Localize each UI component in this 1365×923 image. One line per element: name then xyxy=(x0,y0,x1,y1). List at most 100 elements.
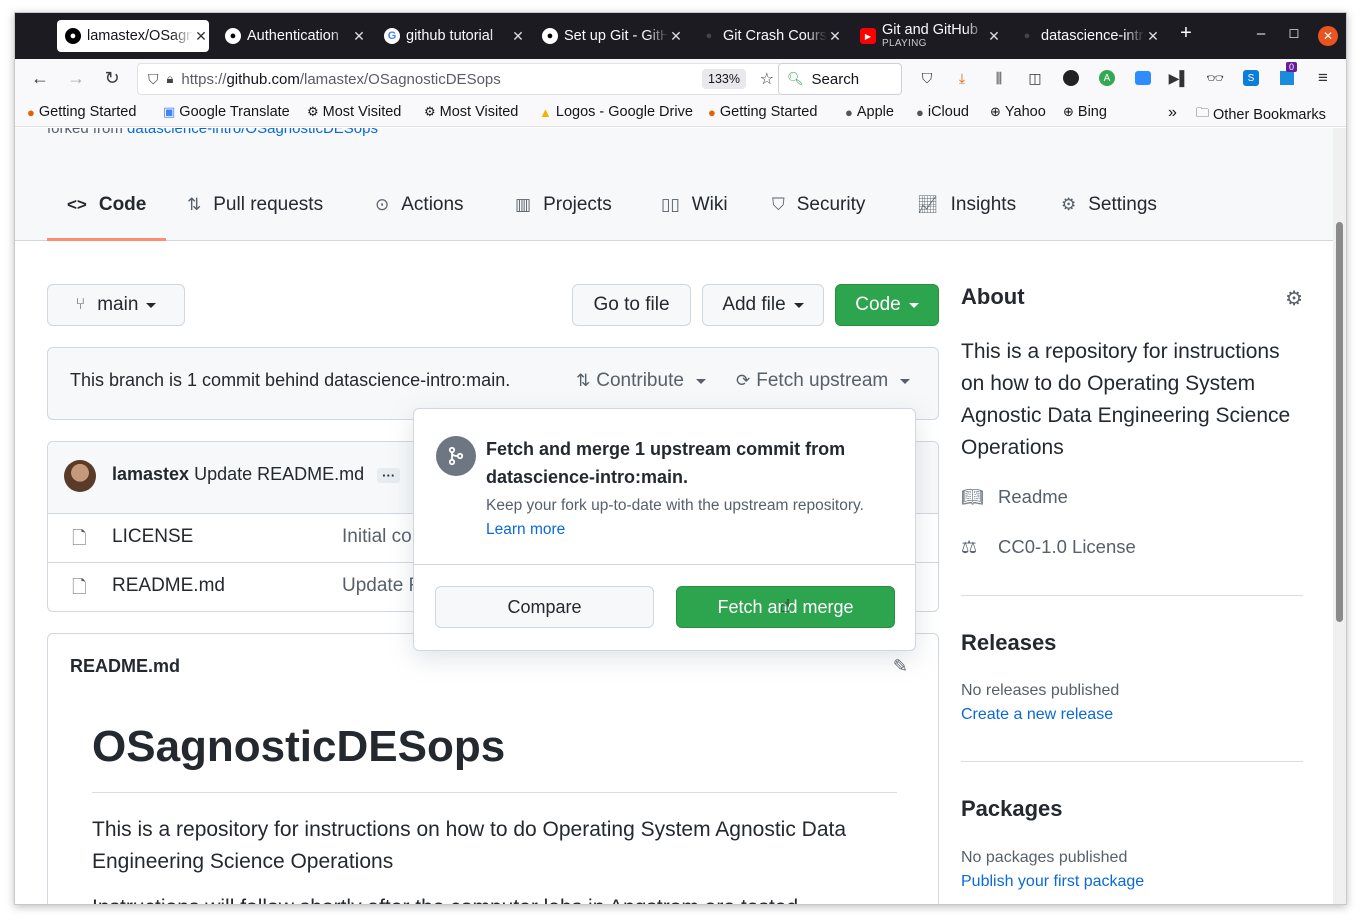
license-link[interactable]: ⚖ CC0-1.0 License xyxy=(961,536,1136,558)
pencil-icon[interactable]: ✎ xyxy=(893,656,908,677)
divider xyxy=(414,564,915,565)
tab-lamastex[interactable]: ● lamastex/OSagnosticDESops ✕ xyxy=(57,20,209,52)
avatar[interactable] xyxy=(64,460,96,492)
close-tab-icon[interactable]: ✕ xyxy=(668,28,684,45)
extension-a-icon[interactable]: A xyxy=(1095,67,1119,89)
tab-github-tutorial[interactable]: G github tutorial ✕ xyxy=(376,20,526,52)
learn-more-link[interactable]: Learn more xyxy=(486,521,565,539)
scrollbar-thumb[interactable] xyxy=(1336,222,1343,622)
bookmark-item[interactable]: ⚙ Most Visited xyxy=(424,104,518,120)
account-icon[interactable] xyxy=(1059,67,1083,89)
library-icon[interactable]: ⫼ xyxy=(987,67,1011,89)
bookmark-item[interactable]: ● iCloud xyxy=(916,104,969,120)
bookmark-item[interactable]: ⚙ Most Visited xyxy=(307,104,401,120)
shield-icon: ⛉ xyxy=(148,70,159,87)
divider xyxy=(961,595,1303,596)
tab-code[interactable]: <> Code xyxy=(67,194,146,216)
close-tab-icon[interactable]: ✕ xyxy=(351,28,367,45)
bookmarks-overflow-icon[interactable]: » xyxy=(1168,104,1177,122)
fetch-upstream-button[interactable]: ⟳ Fetch upstream xyxy=(736,370,911,392)
bookmark-item[interactable]: ● Getting Started xyxy=(708,104,817,120)
play-icon: ⊙ xyxy=(375,195,390,214)
reload-icon[interactable]: ↻ xyxy=(101,68,123,89)
ellipsis-button[interactable]: ··· xyxy=(377,468,401,483)
book-icon: 📖︎ xyxy=(961,486,984,507)
media-icon[interactable]: ▶▌ xyxy=(1167,67,1191,89)
badge-extension-icon[interactable]: 0 xyxy=(1275,62,1299,89)
tab-datascience-intro[interactable]: ● datascience-intro ✕ xyxy=(1011,20,1161,52)
create-release-link[interactable]: Create a new release xyxy=(961,706,1113,724)
youtube-icon: ▶ xyxy=(860,28,876,44)
owl-icon[interactable]: 👓︎ xyxy=(1203,67,1227,89)
minimize-icon[interactable]: – xyxy=(1251,25,1271,42)
bookmark-item[interactable]: ▲ Logos - Google Drive xyxy=(539,104,693,120)
new-tab-icon[interactable]: + xyxy=(1176,22,1196,45)
tab-authentication[interactable]: ● Authentication ✕ xyxy=(217,20,367,52)
lock-icon: 🔒︎ xyxy=(166,71,174,86)
close-window-icon[interactable]: ✕ xyxy=(1318,26,1338,46)
bookmark-star-icon[interactable]: ☆ xyxy=(760,69,774,89)
sidebar-icon[interactable]: ◫ xyxy=(1023,67,1047,89)
go-to-file-button[interactable]: Go to file xyxy=(572,284,691,326)
bookmark-item[interactable]: ▣ Google Translate xyxy=(163,104,290,120)
tab-security[interactable]: ⛉ Security xyxy=(772,194,865,216)
releases-none: No releases published xyxy=(961,682,1120,699)
divider xyxy=(92,792,897,793)
other-bookmarks[interactable]: 🗀︎ Other Bookmarks xyxy=(1196,104,1326,126)
bookmark-item[interactable]: ● Apple xyxy=(845,104,894,120)
tab-insights[interactable]: 📈︎ Insights xyxy=(917,194,1016,216)
bookmark-item[interactable]: ⊕ Bing xyxy=(1063,104,1107,120)
apple-icon: ● xyxy=(845,104,853,120)
maximize-icon[interactable]: ☐ xyxy=(1284,27,1304,41)
s-extension-icon[interactable]: S xyxy=(1239,67,1263,89)
commit-message[interactable]: Update README.md xyxy=(194,464,364,484)
caret-down-icon xyxy=(793,302,804,308)
tab-settings[interactable]: ⚙ Settings xyxy=(1061,194,1157,216)
close-tab-icon[interactable]: ✕ xyxy=(827,28,843,45)
bookmark-item[interactable]: ⊕ Yahoo xyxy=(990,104,1046,120)
commit-author[interactable]: lamastex xyxy=(112,464,189,484)
file-icon: 🗋︎ xyxy=(72,577,87,597)
zoom-app-icon[interactable] xyxy=(1131,67,1155,89)
tab-wiki[interactable]: ▯▯ Wiki xyxy=(661,194,728,216)
releases-title[interactable]: Releases xyxy=(961,630,1056,656)
tab-actions[interactable]: ⊙ Actions xyxy=(375,194,464,216)
pocket-icon[interactable]: ⛉ xyxy=(915,67,939,89)
readme-link[interactable]: 📖︎ Readme xyxy=(961,486,1068,508)
close-tab-icon[interactable]: ✕ xyxy=(193,28,209,45)
url-bar[interactable]: ⛉ 🔒︎ https://github.com/lamastex/OSagnos… xyxy=(137,63,783,95)
branch-selector[interactable]: ⑂ main xyxy=(47,284,185,326)
forward-icon[interactable]: → xyxy=(65,68,87,89)
bookmark-item[interactable]: ● Getting Started xyxy=(27,104,136,120)
tab-set-up-git[interactable]: ● Set up Git - GitHub ✕ xyxy=(534,20,684,52)
gear-icon[interactable]: ⚙ xyxy=(1285,286,1303,311)
close-tab-icon[interactable]: ✕ xyxy=(986,28,1002,45)
gear-icon: ⚙ xyxy=(424,104,436,119)
github-icon: ● xyxy=(65,28,81,44)
github-icon: ● xyxy=(701,28,717,44)
close-tab-icon[interactable]: ✕ xyxy=(1145,28,1161,45)
back-icon[interactable]: ← xyxy=(29,68,51,89)
compare-button[interactable]: Compare xyxy=(435,586,654,628)
book-icon: ▯▯ xyxy=(661,195,680,214)
menu-icon[interactable]: ≡ xyxy=(1311,67,1335,89)
code-button[interactable]: Code xyxy=(835,284,939,326)
download-icon[interactable]: ⤓ xyxy=(950,67,974,89)
packages-title[interactable]: Packages xyxy=(961,796,1063,822)
project-icon: ▥ xyxy=(515,195,532,214)
merge-icon xyxy=(436,436,476,476)
tab-git-and-github[interactable]: ▶ Git and GitHub PLAYING ✕ xyxy=(852,20,1002,52)
tab-git-crash-course[interactable]: ● Git Crash Course ✕ xyxy=(693,20,843,52)
close-tab-icon[interactable]: ✕ xyxy=(510,28,526,45)
tab-pull-requests[interactable]: ⇅ Pull requests xyxy=(187,194,323,216)
search-input[interactable]: 🔍︎ Search xyxy=(778,63,902,95)
forked-from-link[interactable]: datascience-intro/OSagnosticDESops xyxy=(127,128,378,137)
google-icon: G xyxy=(384,28,400,44)
contribute-button[interactable]: ⇅ Contribute xyxy=(576,370,706,392)
publish-package-link[interactable]: Publish your first package xyxy=(961,873,1144,891)
tab-projects[interactable]: ▥ Projects xyxy=(515,194,612,216)
zoom-level[interactable]: 133% xyxy=(702,69,746,89)
fetch-upstream-popup: Fetch and merge 1 upstream commit from d… xyxy=(413,408,916,651)
add-file-button[interactable]: Add file xyxy=(702,284,824,326)
caret-down-icon xyxy=(695,378,706,384)
